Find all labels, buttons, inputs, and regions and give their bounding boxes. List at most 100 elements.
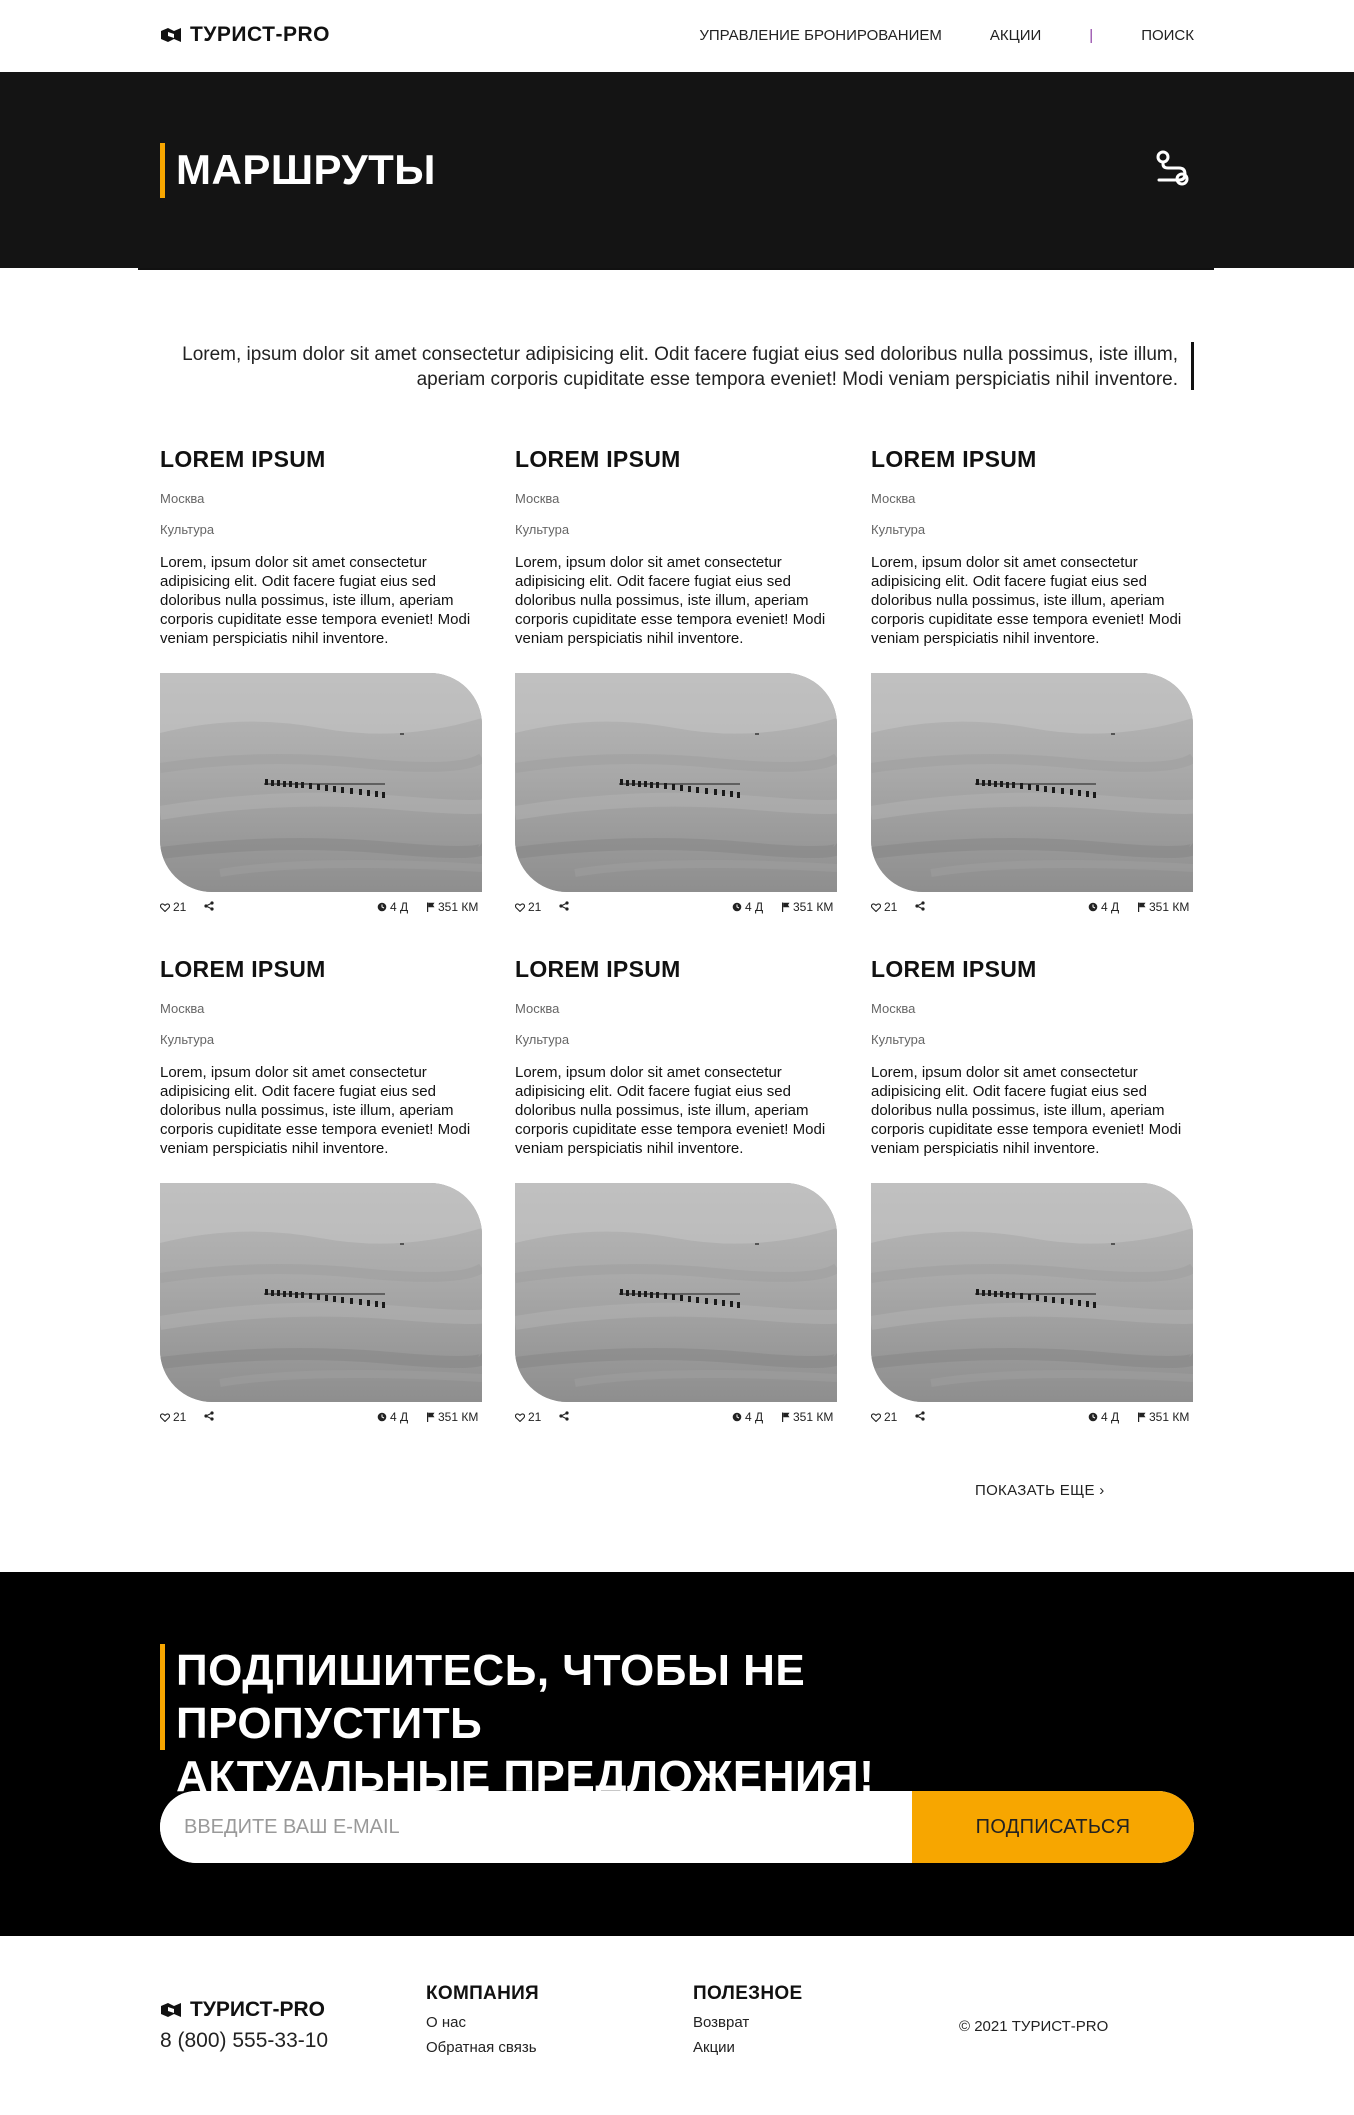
card-image[interactable] — [871, 1183, 1193, 1402]
footer-link-about[interactable]: О нас — [426, 2014, 539, 2031]
footer-logo[interactable]: ТУРИСТ-PRO — [160, 1998, 325, 2022]
share-icon — [204, 1411, 214, 1421]
subscribe-title-line1: ПОДПИШИТЕСЬ, ЧТОБЫ НЕ ПРОПУСТИТЬ — [176, 1646, 806, 1748]
share-button[interactable] — [915, 1410, 925, 1424]
card-image[interactable] — [515, 673, 837, 892]
distance: 351 КМ — [781, 1410, 833, 1424]
card-category: Культура — [160, 1032, 215, 1047]
subscribe-title: ПОДПИШИТЕСЬ, ЧТОБЫ НЕ ПРОПУСТИТЬ АКТУАЛЬ… — [176, 1644, 1076, 1803]
share-button[interactable] — [915, 900, 925, 914]
footer-link-refund[interactable]: Возврат — [693, 2014, 802, 2031]
site-header: ТУРИСТ-PRO УПРАВЛЕНИЕ БРОНИРОВАНИЕМ АКЦИ… — [0, 0, 1354, 72]
card-title[interactable]: LOREM IPSUM — [160, 446, 482, 473]
likes-button[interactable]: 21 — [871, 900, 897, 914]
card-title[interactable]: LOREM IPSUM — [871, 956, 1193, 983]
desert-caravan-image — [515, 1183, 837, 1402]
route-card[interactable]: LOREM IPSUM Москва Культура Lorem, ipsum… — [515, 446, 837, 914]
brand-name: ТУРИСТ-PRO — [190, 23, 330, 46]
card-city: Москва — [160, 491, 205, 506]
card-title[interactable]: LOREM IPSUM — [515, 446, 837, 473]
clock-icon — [377, 1412, 387, 1422]
card-city: Москва — [871, 1001, 916, 1016]
duration-value: 4 Д — [1101, 1410, 1120, 1424]
distance: 351 КМ — [1137, 1410, 1189, 1424]
share-button[interactable] — [204, 900, 214, 914]
intro-text: Lorem, ipsum dolor sit amet consectetur … — [182, 344, 1178, 390]
likes-button[interactable]: 21 — [871, 1410, 897, 1424]
card-category: Культура — [871, 1032, 926, 1047]
distance-value: 351 КМ — [793, 1410, 834, 1424]
nav-item-promo[interactable]: АКЦИИ — [990, 27, 1041, 44]
footer-phone[interactable]: 8 (800) 555-33-10 — [160, 2029, 328, 2053]
subscribe-button[interactable]: ПОДПИСАТЬСЯ — [912, 1791, 1194, 1863]
card-title[interactable]: LOREM IPSUM — [871, 446, 1193, 473]
duration: 4 Д — [732, 1410, 763, 1424]
clock-icon — [732, 902, 742, 912]
duration-value: 4 Д — [1101, 900, 1120, 914]
share-button[interactable] — [204, 1410, 214, 1424]
hero-underline — [138, 268, 1214, 270]
card-image[interactable] — [160, 673, 482, 892]
page-title: МАРШРУТЫ — [176, 146, 436, 193]
nav-item-booking[interactable]: УПРАВЛЕНИЕ БРОНИРОВАНИЕМ — [699, 27, 942, 44]
duration: 4 Д — [1088, 1410, 1119, 1424]
hero-accent-bar — [160, 143, 165, 198]
header-logo[interactable]: ТУРИСТ-PRO — [160, 23, 330, 47]
likes-count: 21 — [884, 1410, 898, 1424]
desert-caravan-image — [871, 673, 1193, 892]
route-icon — [1156, 150, 1189, 186]
card-title[interactable]: LOREM IPSUM — [160, 956, 482, 983]
card-city: Москва — [871, 491, 916, 506]
share-button[interactable] — [559, 1410, 569, 1424]
heart-icon — [871, 1412, 881, 1422]
copyright: © 2021 ТУРИСТ-PRO — [959, 2018, 1109, 2035]
heart-icon — [515, 902, 525, 912]
card-description: Lorem, ipsum dolor sit amet consectetur … — [160, 1064, 471, 1157]
card-meta: 21 4 Д 351 КМ — [871, 900, 1193, 916]
desert-caravan-image — [871, 1183, 1193, 1402]
distance-value: 351 КМ — [1149, 1410, 1190, 1424]
card-title[interactable]: LOREM IPSUM — [515, 956, 837, 983]
share-icon — [559, 901, 569, 911]
subscribe-form: ПОДПИСАТЬСЯ — [160, 1791, 1194, 1863]
card-meta: 21 4 Д 351 КМ — [515, 900, 837, 916]
desert-caravan-image — [160, 1183, 482, 1402]
show-more-link[interactable]: ПОКАЗАТЬ ЕЩЕ › — [975, 1482, 1105, 1499]
card-meta: 21 4 Д 351 КМ — [160, 900, 482, 916]
nav-item-search[interactable]: ПОИСК — [1141, 27, 1194, 44]
email-field[interactable] — [160, 1791, 912, 1863]
route-card[interactable]: LOREM IPSUM Москва Культура Lorem, ipsum… — [871, 446, 1193, 914]
distance-value: 351 КМ — [438, 1410, 479, 1424]
footer-brand-name: ТУРИСТ-PRO — [190, 1998, 325, 2021]
distance: 351 КМ — [426, 1410, 478, 1424]
card-image[interactable] — [871, 673, 1193, 892]
likes-button[interactable]: 21 — [515, 900, 541, 914]
route-card[interactable]: LOREM IPSUM Москва Культура Lorem, ipsum… — [515, 956, 837, 1424]
duration: 4 Д — [377, 1410, 408, 1424]
card-meta: 21 4 Д 351 КМ — [160, 1410, 482, 1426]
card-category: Культура — [871, 522, 926, 537]
duration-value: 4 Д — [390, 900, 409, 914]
route-card[interactable]: LOREM IPSUM Москва Культура Lorem, ipsum… — [871, 956, 1193, 1424]
distance-value: 351 КМ — [438, 900, 479, 914]
card-image[interactable] — [515, 1183, 837, 1402]
likes-button[interactable]: 21 — [160, 1410, 186, 1424]
footer-link-promo[interactable]: Акции — [693, 2039, 802, 2056]
share-button[interactable] — [559, 900, 569, 914]
route-card[interactable]: LOREM IPSUM Москва Культура Lorem, ipsum… — [160, 446, 482, 914]
route-card[interactable]: LOREM IPSUM Москва Культура Lorem, ipsum… — [160, 956, 482, 1424]
card-image[interactable] — [160, 1183, 482, 1402]
duration-value: 4 Д — [745, 1410, 764, 1424]
card-city: Москва — [515, 1001, 560, 1016]
footer-link-feedback[interactable]: Обратная связь — [426, 2039, 539, 2056]
main-nav: УПРАВЛЕНИЕ БРОНИРОВАНИЕМ АКЦИИ | ПОИСК — [699, 27, 1194, 44]
likes-button[interactable]: 21 — [160, 900, 186, 914]
likes-count: 21 — [884, 900, 898, 914]
card-description: Lorem, ipsum dolor sit amet consectetur … — [160, 554, 471, 647]
distance-value: 351 КМ — [793, 900, 834, 914]
card-meta: 21 4 Д 351 КМ — [515, 1410, 837, 1426]
card-city: Москва — [515, 491, 560, 506]
likes-button[interactable]: 21 — [515, 1410, 541, 1424]
card-city: Москва — [160, 1001, 205, 1016]
footer-useful-title: ПОЛЕЗНОЕ — [693, 1983, 803, 2004]
